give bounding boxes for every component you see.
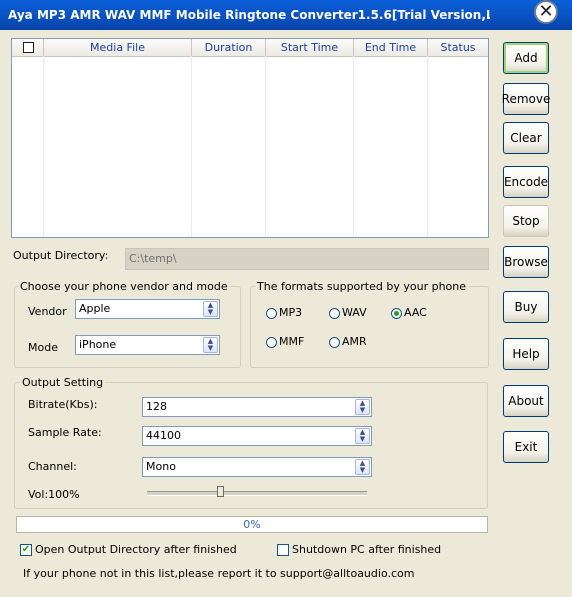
radio-mmf[interactable]	[266, 337, 277, 348]
list-header: Media File Duration Start Time End Time …	[12, 39, 488, 57]
help-button[interactable]: Help	[503, 338, 549, 370]
channel-value: Mono	[146, 460, 176, 473]
volume-slider-thumb[interactable]	[217, 486, 224, 497]
radio-aac-label: AAC	[404, 306, 427, 319]
open-directory-label: Open Output Directory after finished	[35, 543, 237, 556]
column-end-time[interactable]: End Time	[354, 39, 428, 56]
close-icon: ✕	[538, 1, 554, 22]
bitrate-value: 128	[146, 400, 167, 413]
sample-rate-label: Sample Rate:	[28, 426, 102, 439]
select-all-checkbox[interactable]	[23, 42, 34, 53]
bitrate-label: Bitrate(Kbs):	[28, 398, 98, 411]
footer-support-text: If your phone not in this list,please re…	[23, 567, 415, 580]
column-status[interactable]: Status	[428, 39, 488, 56]
formats-group	[250, 286, 489, 368]
column-divider	[43, 56, 44, 237]
vendor-label: Vendor	[28, 305, 67, 318]
vendor-select[interactable]: Apple ▲ ▼	[75, 299, 220, 319]
radio-wav[interactable]	[329, 308, 340, 319]
chevron-updown-icon[interactable]: ▲ ▼	[203, 337, 218, 353]
add-button[interactable]: Add	[503, 42, 549, 74]
column-media-file[interactable]: Media File	[44, 39, 192, 56]
exit-button[interactable]: Exit	[503, 431, 549, 463]
browse-button[interactable]: Browse	[503, 246, 549, 278]
radio-aac[interactable]	[391, 308, 402, 319]
chevron-updown-icon[interactable]: ▲ ▼	[355, 399, 370, 415]
output-setting-title: Output Setting	[20, 376, 106, 389]
clear-button[interactable]: Clear	[503, 122, 549, 154]
progress-text: 0%	[243, 518, 261, 531]
channel-label: Channel:	[28, 460, 77, 473]
vendor-group-title: Choose your phone vendor and mode	[18, 280, 230, 293]
radio-selected-dot	[394, 311, 399, 316]
radio-amr[interactable]	[329, 337, 340, 348]
column-divider	[191, 56, 192, 237]
shutdown-label: Shutdown PC after finished	[292, 543, 442, 556]
title-bar[interactable]: Aya MP3 AMR WAV MMF Mobile Ringtone Conv…	[0, 0, 572, 30]
volume-slider-track[interactable]	[147, 491, 367, 496]
output-directory-field[interactable]: C:\temp\	[125, 248, 489, 270]
shutdown-checkbox[interactable]	[277, 544, 289, 556]
volume-label: Vol:100%	[28, 488, 80, 501]
progress-bar: 0%	[16, 516, 488, 533]
close-button[interactable]: ✕	[534, 0, 558, 24]
header-checkbox-cell	[12, 39, 44, 56]
chevron-updown-icon[interactable]: ▲ ▼	[355, 459, 370, 475]
formats-group-title: The formats supported by your phone	[255, 280, 469, 293]
column-divider	[427, 56, 428, 237]
checkmark-icon: ✔	[21, 544, 31, 555]
remove-button[interactable]: Remove	[502, 83, 550, 115]
buy-button[interactable]: Buy	[503, 291, 549, 323]
chevron-updown-icon[interactable]: ▲ ▼	[355, 428, 370, 444]
window-title: Aya MP3 AMR WAV MMF Mobile Ringtone Conv…	[8, 8, 490, 22]
radio-mp3[interactable]	[266, 308, 277, 319]
stop-button[interactable]: Stop	[503, 205, 549, 237]
radio-mmf-label: MMF	[279, 335, 305, 348]
encode-button[interactable]: Encode	[503, 166, 549, 198]
channel-select[interactable]: Mono ▲ ▼	[142, 457, 372, 477]
mode-select[interactable]: iPhone ▲ ▼	[75, 335, 220, 355]
column-duration[interactable]: Duration	[192, 39, 266, 56]
output-directory-label: Output Directory:	[13, 249, 109, 262]
sample-rate-select[interactable]: 44100 ▲ ▼	[142, 426, 372, 446]
mode-label: Mode	[28, 341, 58, 354]
chevron-updown-icon[interactable]: ▲ ▼	[203, 301, 218, 317]
column-divider	[265, 56, 266, 237]
radio-mp3-label: MP3	[279, 306, 303, 319]
about-button[interactable]: About	[503, 385, 549, 417]
bitrate-select[interactable]: 128 ▲ ▼	[142, 397, 372, 417]
mode-value: iPhone	[79, 338, 117, 351]
column-start-time[interactable]: Start Time	[266, 39, 354, 56]
radio-wav-label: WAV	[342, 306, 367, 319]
open-directory-checkbox[interactable]: ✔	[20, 544, 32, 556]
vendor-value: Apple	[79, 302, 111, 315]
column-divider	[353, 56, 354, 237]
sample-rate-value: 44100	[146, 429, 181, 442]
media-file-list[interactable]: Media File Duration Start Time End Time …	[11, 38, 489, 238]
radio-amr-label: AMR	[342, 335, 367, 348]
